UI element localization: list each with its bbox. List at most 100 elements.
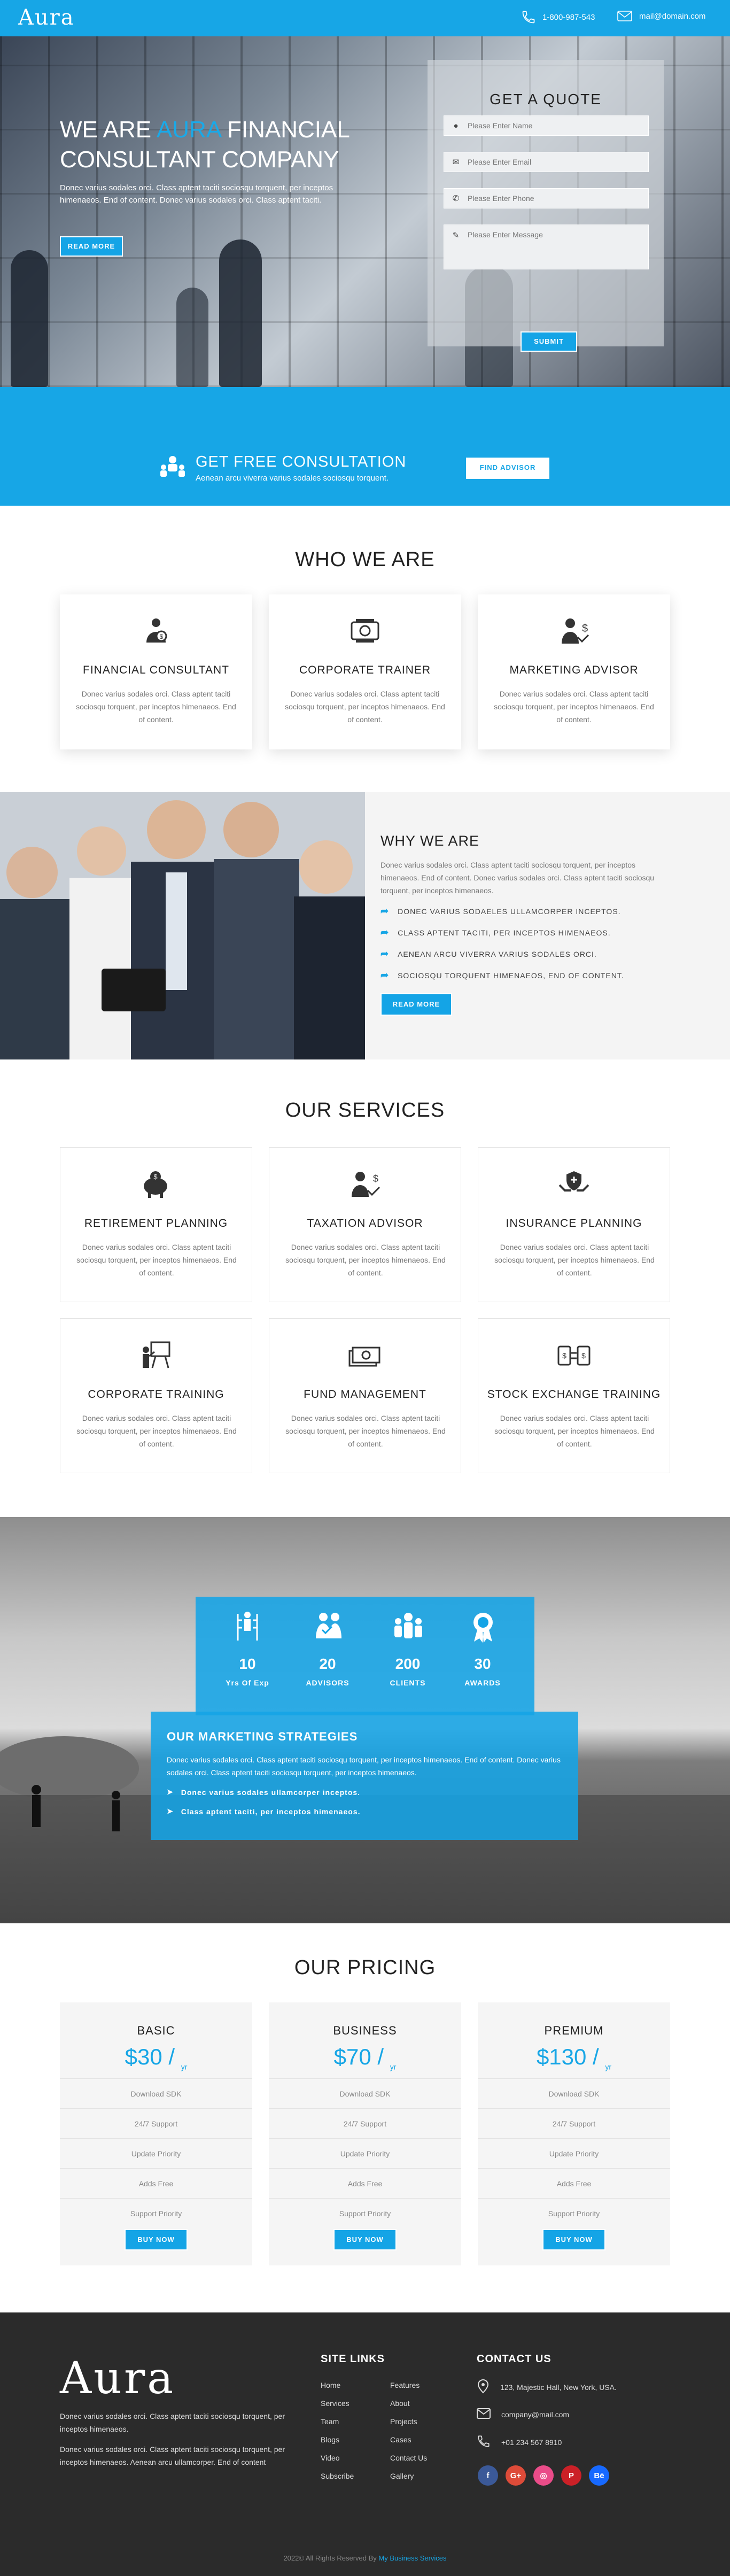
header-phone-text: 1-800-987-543: [542, 12, 595, 22]
pricing-title: OUR PRICING: [294, 1956, 436, 1979]
email-field[interactable]: ✉ Please Enter Email: [444, 152, 649, 172]
footer-link-features[interactable]: Features: [390, 2381, 420, 2389]
arrow-icon: ➦: [380, 970, 390, 980]
plan-feature: 24/7 Support: [60, 2108, 252, 2138]
card-text: Donec varius sodales orci. Class aptent …: [76, 1414, 237, 1448]
consultation-icon: [158, 452, 187, 484]
advisor-icon: $: [478, 616, 670, 648]
hero-text: Donec varius sodales orci. Class aptent …: [60, 183, 333, 205]
site-logo[interactable]: Aura: [18, 5, 75, 30]
card-text: Donec varius sodales orci. Class aptent …: [285, 690, 445, 724]
submit-button[interactable]: SUBMIT: [521, 331, 577, 352]
arrow-icon: ➦: [380, 927, 390, 938]
svg-text:$: $: [160, 633, 164, 640]
footer-phone[interactable]: +01 234 567 8910: [477, 2434, 562, 2450]
card-text: Donec varius sodales orci. Class aptent …: [285, 1243, 446, 1277]
footer-email[interactable]: company@mail.com: [477, 2408, 569, 2421]
why-panel: [365, 792, 730, 1059]
plan-feature: 24/7 Support: [478, 2108, 670, 2138]
footer-link-video[interactable]: Video: [321, 2454, 340, 2462]
buy-now-button[interactable]: BUY NOW: [125, 2229, 188, 2250]
envelope-icon: ✉: [452, 158, 460, 167]
strategies-title: OUR MARKETING STRATEGIES: [167, 1730, 358, 1743]
arrow-icon: ➤: [167, 1788, 174, 1796]
footer-link-services[interactable]: Services: [321, 2399, 350, 2408]
card-title: CORPORATE TRAINER: [299, 664, 431, 676]
plan-price: $130 / yr: [536, 2044, 612, 2071]
header-email[interactable]: mail@domain.com: [617, 10, 705, 22]
card-text: Donec varius sodales orci. Class aptent …: [494, 1414, 655, 1448]
hero-title: WE ARE AURA FINANCIAL CONSULTANT COMPANY: [60, 117, 350, 173]
cash-stack-icon: [269, 1340, 461, 1372]
strategies-text: Donec varius sodales orci. Class aptent …: [167, 1755, 561, 1777]
find-advisor-button[interactable]: FIND ADVISOR: [466, 458, 549, 479]
insurance-hands-icon: [478, 1169, 670, 1201]
svg-text:$: $: [581, 1351, 586, 1360]
plan-feature: Support Priority: [269, 2198, 461, 2228]
stats-box: 10 Yrs Of Exp 20 ADVISORS 200 CLIENTS 30…: [196, 1597, 534, 1715]
stat-label: ADVISORS: [306, 1678, 350, 1687]
stat-label: AWARDS: [464, 1678, 501, 1687]
buy-now-button[interactable]: BUY NOW: [542, 2229, 605, 2250]
strategies-box: OUR MARKETING STRATEGIES Donec varius so…: [151, 1712, 578, 1840]
card-title: CORPORATE TRAINING: [88, 1388, 224, 1401]
footer-logo[interactable]: Aura: [60, 2353, 175, 2404]
stat-label: CLIENTS: [390, 1678, 426, 1687]
google-plus-icon[interactable]: G+: [506, 2465, 526, 2486]
site-links-title: SITE LINKS: [321, 2353, 385, 2365]
footer-link-about[interactable]: About: [390, 2399, 410, 2408]
pricing-card-premium: PREMIUM $130 / yr Download SDK 24/7 Supp…: [478, 2002, 670, 2265]
envelope-icon: [617, 10, 633, 22]
phone-icon: ✆: [452, 194, 460, 203]
footer-link-blogs[interactable]: Blogs: [321, 2435, 339, 2444]
pinterest-icon[interactable]: P: [561, 2465, 581, 2486]
footer-link-team[interactable]: Team: [321, 2417, 339, 2426]
plan-feature: Update Priority: [478, 2138, 670, 2168]
copyright-brand-link[interactable]: My Business Services: [378, 2554, 446, 2562]
card-text: Donec varius sodales orci. Class aptent …: [494, 1243, 655, 1277]
footer-link-gallery[interactable]: Gallery: [390, 2472, 414, 2480]
plan-feature: Adds Free: [269, 2168, 461, 2198]
phone-field[interactable]: ✆ Please Enter Phone: [444, 188, 649, 208]
footer-link-projects[interactable]: Projects: [390, 2417, 417, 2426]
team-photo: [0, 792, 365, 1059]
service-card: CORPORATE TRAINING Donec varius sodales …: [60, 1318, 252, 1473]
facebook-icon[interactable]: f: [478, 2465, 498, 2486]
why-read-more-button[interactable]: READ MORE: [380, 993, 452, 1016]
header-phone[interactable]: 1-800-987-543: [521, 10, 595, 25]
service-card: $ TAXATION ADVISOR Donec varius sodales …: [269, 1147, 461, 1302]
plan-name: BASIC: [137, 2024, 175, 2037]
card-title: INSURANCE PLANNING: [506, 1217, 642, 1229]
name-field[interactable]: ● Please Enter Name: [444, 115, 649, 136]
service-card: FUND MANAGEMENT Donec varius sodales orc…: [269, 1318, 461, 1473]
hero-read-more-button[interactable]: READ MORE: [60, 236, 123, 257]
consultation-subtitle: Aenean arcu viverra varius sodales socio…: [196, 474, 389, 483]
behance-icon[interactable]: Bē: [589, 2465, 609, 2486]
plan-feature: Download SDK: [269, 2078, 461, 2108]
training-board-icon: [60, 1340, 252, 1372]
footer-link-home[interactable]: Home: [321, 2381, 340, 2389]
footer-link-contact[interactable]: Contact Us: [390, 2454, 427, 2462]
pencil-icon: ✎: [452, 231, 460, 240]
footer-link-cases[interactable]: Cases: [390, 2435, 411, 2444]
who-title: WHO WE ARE: [295, 548, 435, 571]
card-title: RETIREMENT PLANNING: [84, 1217, 228, 1229]
footer-link-subscribe[interactable]: Subscribe: [321, 2472, 354, 2480]
message-field[interactable]: ✎ Please Enter Message: [444, 225, 649, 269]
footer-address: 123, Majestic Hall, New York, USA.: [477, 2379, 617, 2395]
stat-number: 200: [395, 1656, 421, 1672]
card-text: Donec varius sodales orci. Class aptent …: [285, 1414, 446, 1448]
card-title: FINANCIAL CONSULTANT: [83, 664, 229, 676]
buy-now-button[interactable]: BUY NOW: [333, 2229, 397, 2250]
exchange-icon: $ $: [478, 1340, 670, 1372]
svg-text:$: $: [562, 1351, 566, 1360]
dribbble-icon[interactable]: ◎: [533, 2465, 554, 2486]
why-text: Donec varius sodales orci. Class aptent …: [380, 861, 655, 895]
footer-text: Donec varius sodales orci. Class aptent …: [60, 2412, 285, 2433]
plan-feature: Update Priority: [269, 2138, 461, 2168]
strategies-list-item: ➤ Donec varius sodales ullamcorper incept…: [167, 1788, 361, 1797]
card-title: MARKETING ADVISOR: [509, 664, 639, 676]
svg-text:$: $: [582, 623, 588, 635]
why-list-item: ➦ CLASS APTENT TACITI, PER INCEPTOS HIMEN…: [380, 927, 611, 938]
award-icon: [470, 1611, 496, 1645]
